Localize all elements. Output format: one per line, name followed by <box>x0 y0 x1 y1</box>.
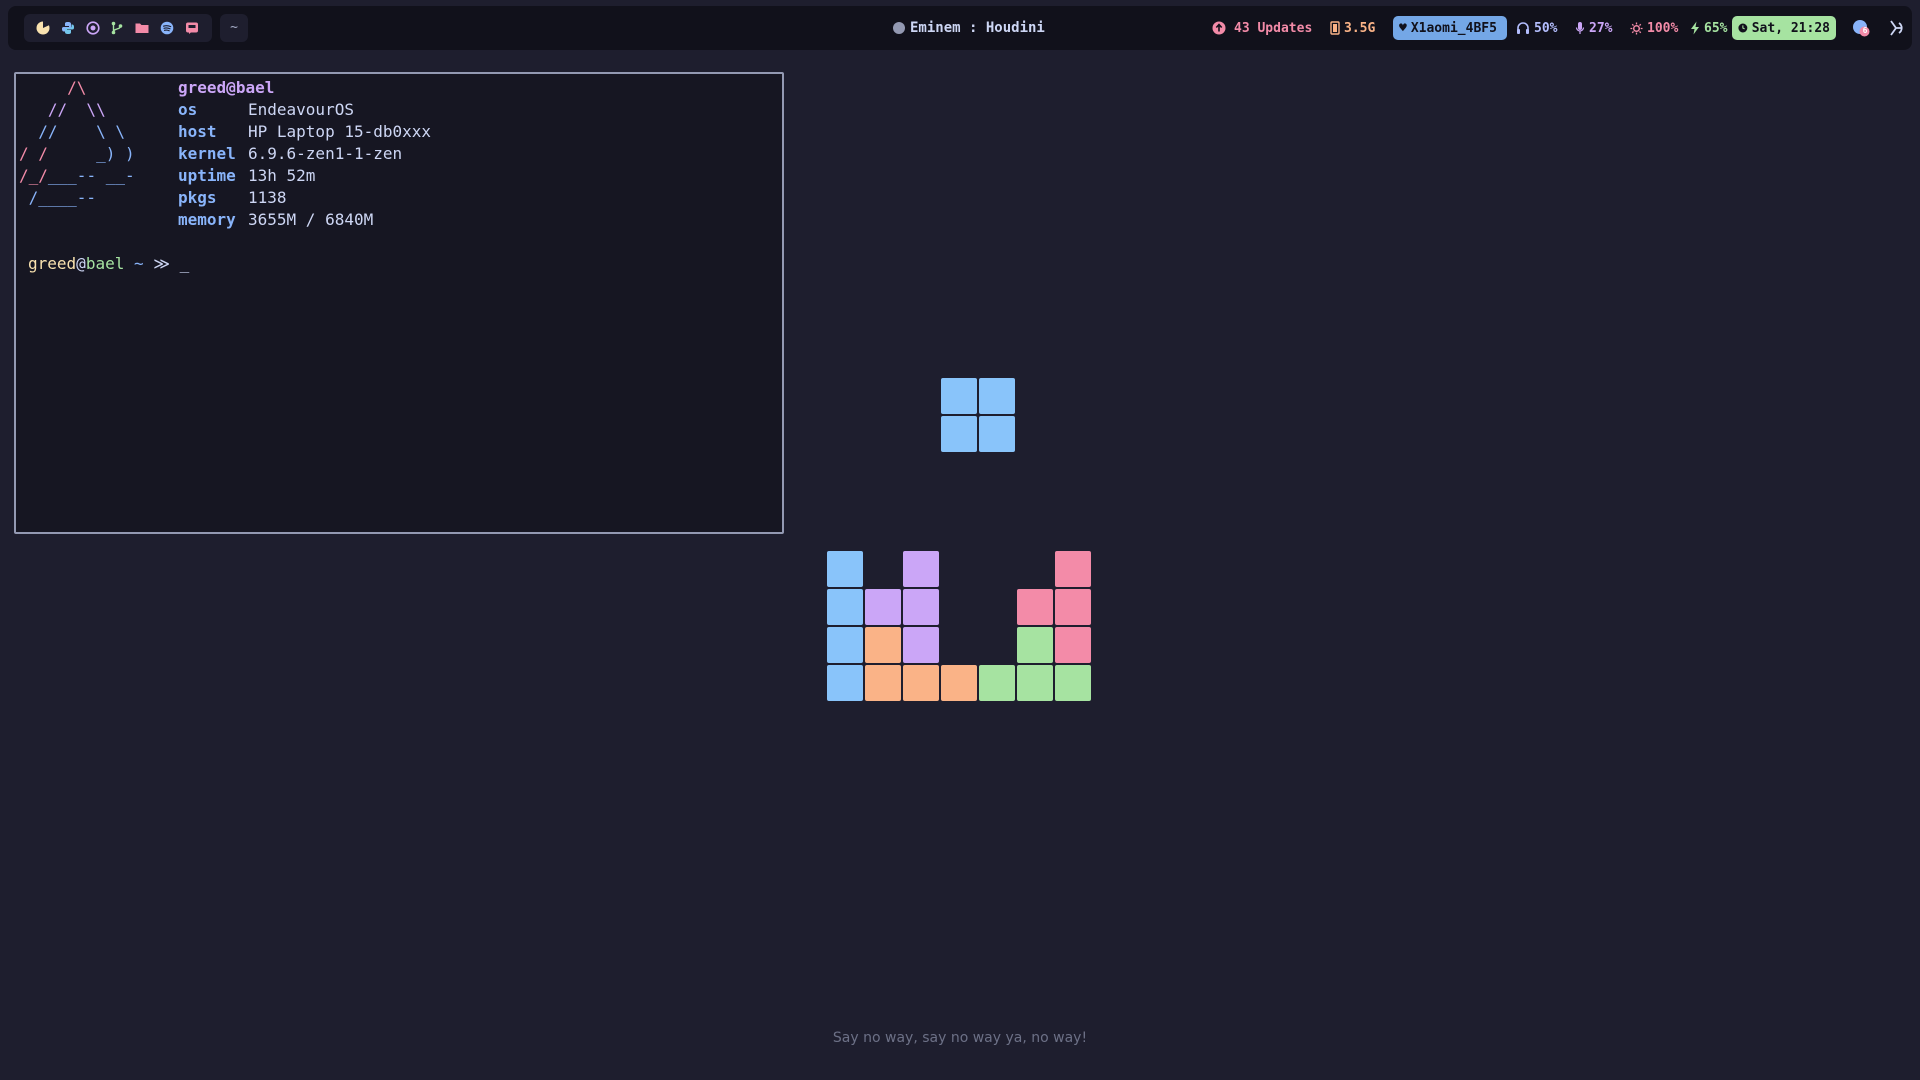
stacked-block <box>1017 589 1053 625</box>
lyrics-text: Say no way, say no way ya, no way! <box>832 1030 1088 1046</box>
brightness-text: 100% <box>1647 20 1679 36</box>
fetch-header: greed@bael <box>178 78 275 97</box>
tray-badge: 6 <box>1862 26 1868 35</box>
clock-module[interactable]: Sat, 21:28 <box>1732 16 1836 40</box>
spotify-icon[interactable] <box>160 21 174 35</box>
updates-text: 43 Updates <box>1234 20 1313 36</box>
microphone-icon <box>1575 22 1585 34</box>
disc-icon <box>893 22 905 34</box>
top-bar: ~ Eminem : Houdini 43 Updates 3.5G ♥ X1a… <box>8 6 1912 50</box>
fetch-row-host: host HP Laptop 15-db0xxx <box>178 122 432 141</box>
volume-module[interactable]: 50% <box>1516 18 1557 38</box>
battery-text: 65% <box>1704 20 1728 36</box>
stacked-block <box>903 551 939 587</box>
stacked-block <box>865 627 901 663</box>
volume-text: 50% <box>1534 20 1558 36</box>
circle-dot-icon[interactable] <box>86 21 100 35</box>
falling-block <box>979 416 1015 452</box>
stacked-block <box>979 665 1015 701</box>
arrow-up-circle-icon <box>1212 21 1226 35</box>
stacked-block <box>865 589 901 625</box>
brightness-module[interactable]: 100% <box>1630 18 1678 38</box>
sun-icon <box>1630 21 1643 35</box>
ascii-line: / / _) ) <box>19 144 135 163</box>
battery-module[interactable]: 65% <box>1690 18 1727 38</box>
stacked-block <box>903 589 939 625</box>
fetch-row-uptime: uptime 13h 52m <box>178 166 316 185</box>
stacked-block <box>1055 627 1091 663</box>
discord-icon[interactable] <box>185 21 199 35</box>
ascii-line: // \\ <box>19 100 106 119</box>
stacked-block <box>1017 627 1053 663</box>
git-branch-icon[interactable] <box>110 21 124 35</box>
stacked-block <box>1055 665 1091 701</box>
power-menu-icon[interactable] <box>1887 19 1905 37</box>
stacked-block <box>827 627 863 663</box>
media-player[interactable]: Eminem : Houdini <box>893 18 1045 38</box>
stacked-block <box>827 589 863 625</box>
ascii-line: // \ \ <box>19 122 125 141</box>
stacked-block <box>827 551 863 587</box>
wifi-module[interactable]: ♥ X1aomi_4BF5 <box>1393 16 1507 40</box>
folder-icon[interactable] <box>135 21 149 35</box>
python-icon[interactable] <box>61 21 75 35</box>
memory-text: 3.5G <box>1344 20 1376 36</box>
terminal-window[interactable]: /\ // \\ // \ \ / / _) ) /_/___-- __- /_… <box>14 72 784 534</box>
cursor: _ <box>179 254 190 273</box>
workspace-switcher <box>24 14 212 42</box>
bolt-icon <box>1691 21 1699 35</box>
mic-module[interactable]: 27% <box>1575 18 1612 38</box>
fetch-row-pkgs: pkgs 1138 <box>178 188 287 207</box>
clock-text: Sat, 21:28 <box>1751 20 1830 36</box>
stacked-block <box>1055 589 1091 625</box>
falling-block <box>941 416 977 452</box>
stacked-block <box>903 665 939 701</box>
fetch-row-kernel: kernel 6.9.6-zen1-1-zen <box>178 144 403 163</box>
ascii-line: /\ <box>19 78 87 97</box>
updates-module[interactable]: 43 Updates <box>1212 18 1312 38</box>
heart-icon: ♥ <box>1399 20 1407 36</box>
stacked-block <box>1017 665 1053 701</box>
memory-module[interactable]: 3.5G <box>1330 18 1375 38</box>
mic-text: 27% <box>1589 20 1613 36</box>
stacked-block <box>1055 551 1091 587</box>
headphones-icon <box>1517 22 1529 34</box>
memory-icon <box>1330 21 1340 35</box>
now-playing-text: Eminem : Houdini <box>910 20 1045 36</box>
stacked-block <box>827 665 863 701</box>
stacked-block <box>903 627 939 663</box>
shell-prompt[interactable]: greed@bael ~ ≫ _ <box>28 253 189 275</box>
tray-app[interactable]: 6 <box>1852 19 1870 37</box>
falling-block <box>979 378 1015 414</box>
fetch-row-memory: memory 3655M / 6840M <box>178 210 374 229</box>
fetch-row-os: os EndeavourOS <box>178 100 354 119</box>
scratchpad-button[interactable]: ~ <box>220 14 248 42</box>
falling-block <box>941 378 977 414</box>
moon-icon[interactable] <box>36 21 50 35</box>
ascii-line: /_/___-- __- <box>19 166 135 185</box>
wifi-text: X1aomi_4BF5 <box>1410 20 1497 36</box>
stacked-block <box>941 665 977 701</box>
stacked-block <box>865 665 901 701</box>
ascii-line: /____-- <box>19 188 97 207</box>
clock-icon <box>1738 23 1748 33</box>
